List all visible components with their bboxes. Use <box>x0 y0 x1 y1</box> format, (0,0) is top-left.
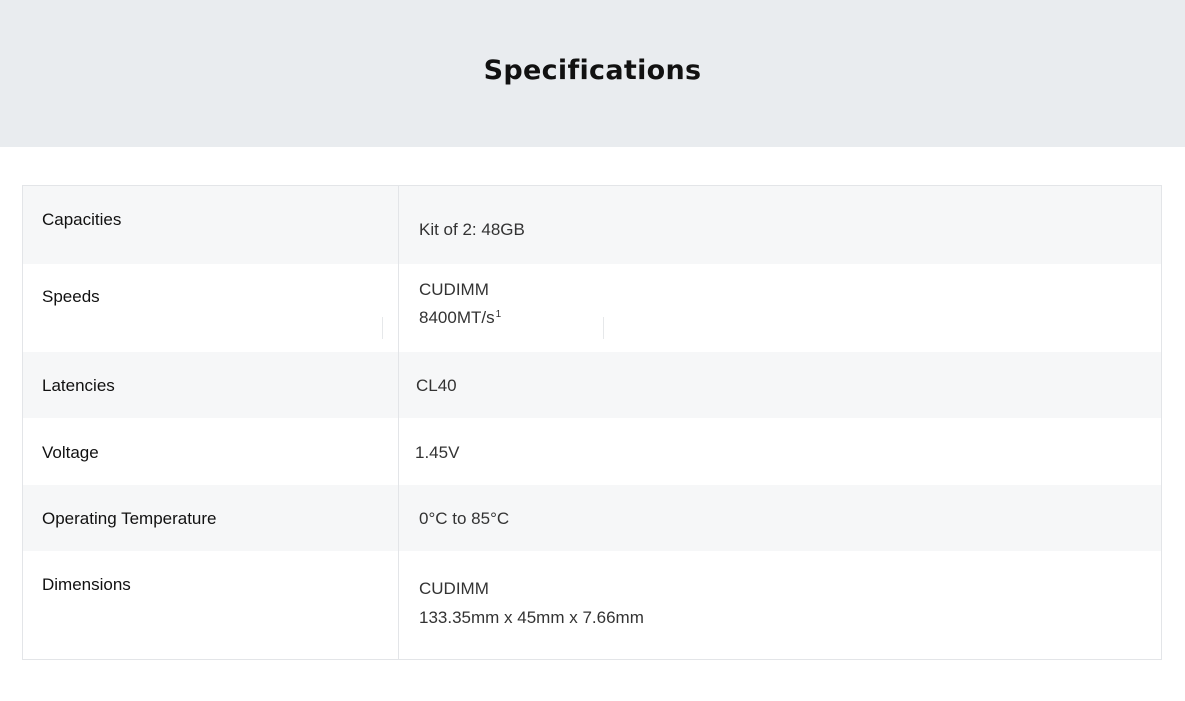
table-row-speeds: Speeds CUDIMM 8400MT/s1 <box>23 264 1161 352</box>
column-divider-tick-right <box>603 317 604 339</box>
specifications-header: Specifications <box>0 0 1185 147</box>
spec-label-speeds: Speeds <box>42 287 100 306</box>
footnote-marker: 1 <box>495 309 502 320</box>
spec-value-dimensions-type: CUDIMM <box>419 579 489 598</box>
spec-label-operating-temperature: Operating Temperature <box>42 509 217 528</box>
spec-value-latencies: CL40 <box>416 376 457 395</box>
column-divider-tick-left <box>382 317 383 339</box>
spec-label-dimensions: Dimensions <box>42 575 131 594</box>
spec-label-latencies: Latencies <box>42 376 115 395</box>
table-row-dimensions: Dimensions CUDIMM 133.35mm x 45mm x 7.66… <box>23 551 1161 659</box>
spec-value-speeds-type: CUDIMM <box>419 280 489 299</box>
column-divider <box>398 186 399 659</box>
spec-value-capacities: Kit of 2: 48GB <box>419 220 525 239</box>
table-row-latencies: Latencies CL40 <box>23 352 1161 418</box>
speed-rate-text: 8400MT/s <box>419 308 495 327</box>
table-row-capacities: Capacities Kit of 2: 48GB <box>23 186 1161 264</box>
spec-value-dimensions-size: 133.35mm x 45mm x 7.66mm <box>419 608 644 627</box>
specifications-table: Capacities Kit of 2: 48GB Speeds CUDIMM … <box>22 185 1162 660</box>
spec-value-operating-temperature: 0°C to 85°C <box>419 509 510 528</box>
table-row-operating-temperature: Operating Temperature 0°C to 85°C <box>23 485 1161 551</box>
spec-label-voltage: Voltage <box>42 443 99 462</box>
spec-value-speeds-rate: 8400MT/s1 <box>419 307 501 329</box>
page-title: Specifications <box>483 55 702 86</box>
spec-value-voltage: 1.45V <box>415 443 460 462</box>
spec-label-capacities: Capacities <box>42 210 122 229</box>
table-row-voltage: Voltage 1.45V <box>23 418 1161 485</box>
